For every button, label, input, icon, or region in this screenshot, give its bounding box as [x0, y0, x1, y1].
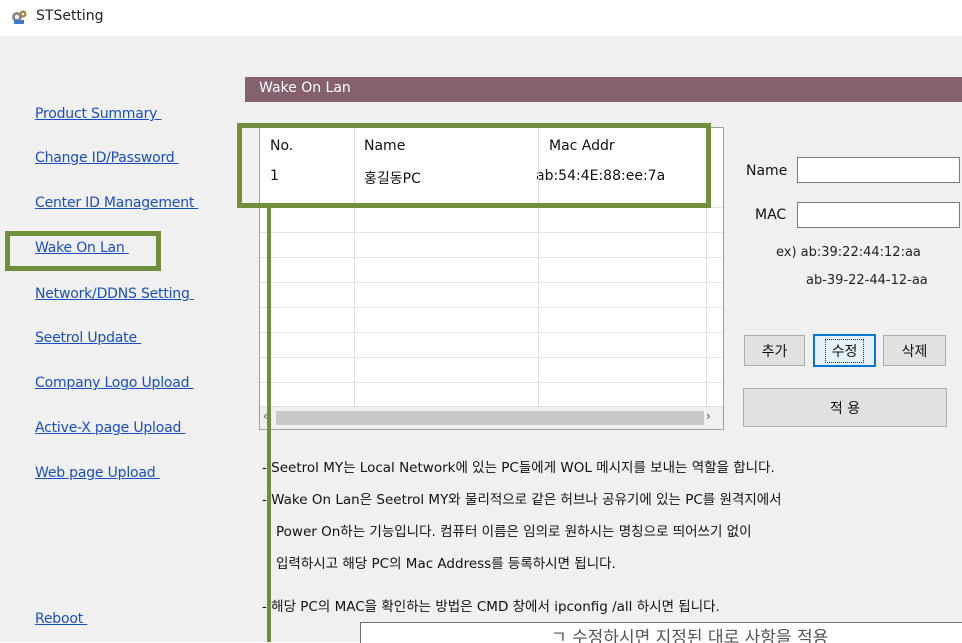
description-line-5: - 해당 PC의 MAC을 확인하는 방법은 CMD 창에서 ipconfig …: [262, 599, 720, 615]
horizontal-scrollbar[interactable]: ‹ ›: [260, 406, 723, 429]
column-header-name[interactable]: Name: [364, 138, 405, 154]
cell-mac: ab:54:4E:88:ee:7a: [536, 168, 666, 184]
sidebar-item-product-summary[interactable]: Product Summary: [35, 106, 162, 122]
window-title: STSetting: [36, 8, 104, 24]
reboot-link[interactable]: Reboot: [35, 611, 87, 627]
bottom-text: ㄱ 수정하시면 지정된 대로 사항을 적용: [551, 628, 829, 643]
sidebar-item-active-x-page-upload[interactable]: Active-X page Upload: [35, 420, 185, 436]
grid-line: [260, 257, 723, 258]
column-header-no[interactable]: No.: [270, 138, 293, 154]
panel-header: Wake On Lan: [245, 77, 962, 102]
grid-line: [260, 207, 723, 208]
bottom-text-box: ㄱ 수정하시면 지정된 대로 사항을 적용: [360, 622, 962, 643]
grid-line: [260, 357, 723, 358]
delete-button[interactable]: 삭제: [883, 335, 946, 366]
grid-line: [260, 382, 723, 383]
apply-button[interactable]: 적 용: [743, 388, 947, 427]
sidebar-item-network-ddns-setting[interactable]: Network/DDNS Setting: [35, 286, 194, 302]
edit-button[interactable]: 수정: [813, 334, 876, 367]
delete-button-label: 삭제: [901, 343, 928, 360]
scroll-thumb[interactable]: [276, 411, 704, 425]
grid-line: [260, 332, 723, 333]
sidebar-item-seetrol-update[interactable]: Seetrol Update: [35, 330, 141, 346]
cell-no: 1: [270, 168, 279, 184]
grid-line: [260, 307, 723, 308]
name-input[interactable]: [797, 157, 960, 183]
grid-line: [706, 128, 707, 408]
sidebar-item-center-id-management[interactable]: Center ID Management: [35, 195, 198, 211]
title-bar: STSetting: [0, 0, 962, 36]
highlight-guide-line: [267, 205, 271, 642]
grid-line: [354, 128, 355, 408]
sidebar-item-company-logo-upload[interactable]: Company Logo Upload: [35, 375, 194, 391]
sidebar-item-web-page-upload[interactable]: Web page Upload: [35, 465, 160, 481]
add-button[interactable]: 추가: [744, 335, 805, 366]
name-label: Name: [746, 163, 788, 179]
column-header-mac[interactable]: Mac Addr: [549, 138, 615, 154]
device-table[interactable]: No. Name Mac Addr 1 홍길동PC ab:54:4E:88:ee…: [259, 127, 724, 430]
grid-line: [260, 232, 723, 233]
add-button-label: 추가: [761, 343, 788, 360]
description-line-1: - Seetrol MY는 Local Network에 있는 PC들에게 WO…: [262, 460, 775, 476]
grid-line: [538, 128, 539, 408]
edit-button-label: 수정: [824, 338, 865, 363]
sidebar-item-change-id-password[interactable]: Change ID/Password: [35, 150, 179, 166]
panel-title: Wake On Lan: [259, 80, 351, 96]
description-line-3: Power On하는 기능입니다. 컴퓨터 이름은 임의로 원하시는 명칭으로 …: [276, 524, 752, 540]
sidebar: Product Summary Change ID/Password Cente…: [0, 36, 230, 642]
sidebar-item-wake-on-lan[interactable]: Wake On Lan: [35, 240, 129, 256]
gear-icon: [12, 10, 27, 24]
grid-line: [260, 282, 723, 283]
mac-format-hint: ex) ab:39:22:44:12:aa: [776, 245, 921, 260]
scroll-right-icon[interactable]: ›: [706, 409, 711, 423]
cell-name: 홍길동PC: [364, 171, 421, 187]
mac-label: MAC: [755, 207, 787, 223]
description-line-4: 입력하시고 해당 PC의 Mac Address를 등록하시면 됩니다.: [276, 556, 616, 572]
mac-input[interactable]: [797, 202, 960, 228]
mac-format-hint-alt: ab-39-22-44-12-aa: [806, 273, 928, 288]
description-line-2: - Wake On Lan은 Seetrol MY와 물리적으로 같은 허브나 …: [262, 492, 782, 508]
apply-button-label: 적 용: [829, 400, 861, 417]
